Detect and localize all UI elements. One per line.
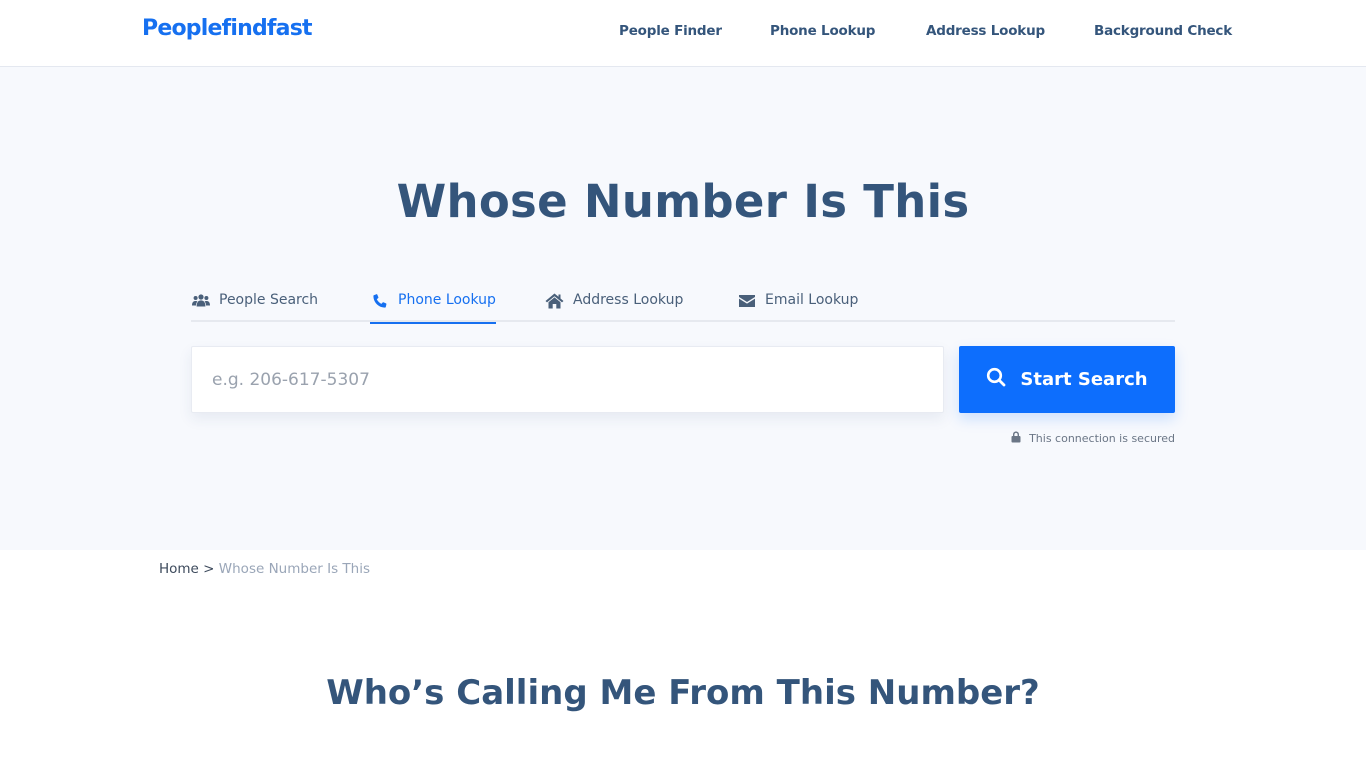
- home-icon: [545, 292, 564, 309]
- start-search-label: Start Search: [1020, 369, 1148, 390]
- nav-phone-lookup[interactable]: Phone Lookup: [770, 23, 875, 39]
- phone-icon: [370, 292, 389, 309]
- nav-people-finder[interactable]: People Finder: [619, 23, 722, 39]
- tab-label: Phone Lookup: [398, 292, 496, 308]
- main-nav: People Finder Phone Lookup Address Looku…: [0, 23, 1366, 43]
- tab-label: Email Lookup: [765, 292, 859, 308]
- site-header: Peoplefindfast People Finder Phone Looku…: [0, 0, 1366, 67]
- tab-label: People Search: [219, 292, 319, 308]
- nav-address-lookup[interactable]: Address Lookup: [926, 23, 1045, 39]
- breadcrumb: Home > Whose Number Is This: [159, 561, 370, 577]
- nav-background-check[interactable]: Background Check: [1094, 23, 1232, 39]
- start-search-button[interactable]: Start Search: [959, 346, 1175, 413]
- lock-icon: [1011, 431, 1021, 446]
- tab-address-lookup[interactable]: Address Lookup: [545, 292, 683, 322]
- section-title: Who’s Calling Me From This Number?: [326, 673, 1040, 713]
- tab-phone-lookup[interactable]: Phone Lookup: [370, 292, 496, 324]
- page-title: Whose Number Is This: [396, 175, 970, 228]
- breadcrumb-separator: >: [203, 561, 215, 577]
- tab-email-lookup[interactable]: Email Lookup: [737, 292, 858, 322]
- hero-section: Whose Number Is This People Search Phone…: [0, 67, 1366, 550]
- secure-text: This connection is secured: [1029, 432, 1175, 445]
- users-icon: [191, 292, 210, 309]
- tab-people-search[interactable]: People Search: [191, 292, 318, 322]
- breadcrumb-home[interactable]: Home: [159, 561, 199, 577]
- tab-label: Address Lookup: [573, 292, 684, 308]
- search-icon: [986, 367, 1006, 392]
- envelope-icon: [737, 292, 756, 309]
- phone-search-input[interactable]: [191, 346, 944, 413]
- search-tabs: People Search Phone Lookup Address Looku…: [191, 285, 1175, 324]
- breadcrumb-current: Whose Number Is This: [218, 561, 370, 577]
- secure-connection-note: This connection is secured: [1006, 431, 1175, 446]
